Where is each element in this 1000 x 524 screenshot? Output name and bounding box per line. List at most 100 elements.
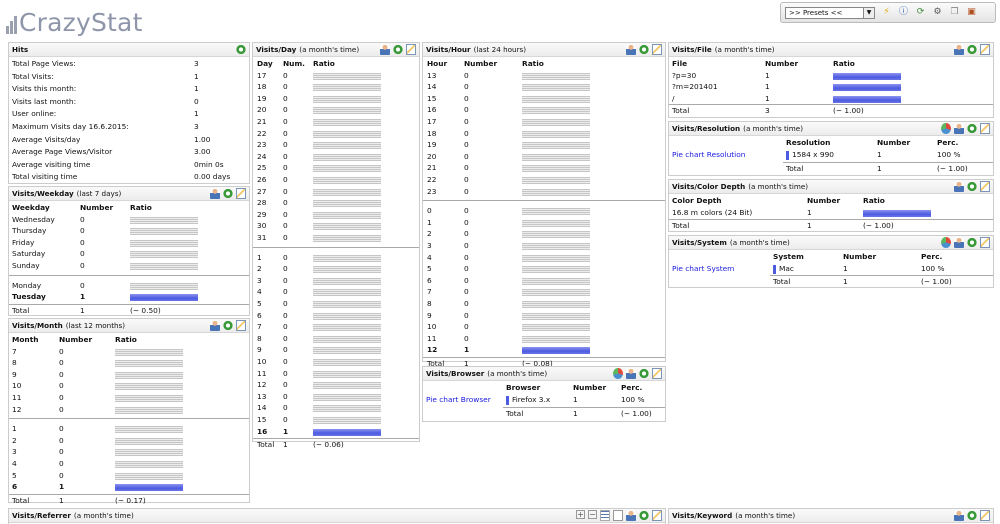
- presets-select[interactable]: >> Presets << ▼: [785, 6, 875, 19]
- ratio-bar: [313, 187, 381, 196]
- user-icon[interactable]: [626, 510, 636, 521]
- hits-label: User online:: [12, 109, 57, 119]
- chart-icon[interactable]: [980, 123, 990, 134]
- ratio-bar: [313, 152, 381, 161]
- reload-icon[interactable]: [967, 237, 977, 248]
- day-label: 24: [257, 151, 267, 161]
- refresh-icon[interactable]: ⟳: [915, 7, 926, 18]
- pie-chart-system-link[interactable]: Pie chart System: [672, 263, 734, 275]
- table-row: 22 0: [253, 128, 419, 140]
- hour-label: 20: [427, 151, 437, 161]
- total-value: Total: [12, 495, 30, 505]
- reload-icon[interactable]: [639, 510, 649, 521]
- user-icon[interactable]: [954, 510, 964, 521]
- chart-icon[interactable]: [980, 44, 990, 55]
- info-icon[interactable]: ⓘ: [898, 7, 909, 18]
- chart-icon[interactable]: [236, 320, 246, 331]
- ratio-bar: [115, 448, 183, 457]
- list-icon[interactable]: [600, 510, 610, 521]
- table-row: 19 0: [253, 93, 419, 105]
- pie-chart-browser-link[interactable]: Pie chart Browser: [426, 394, 491, 406]
- ratio-bar: [522, 288, 590, 297]
- user-icon[interactable]: [626, 368, 636, 379]
- reload-icon[interactable]: [393, 44, 403, 55]
- user-icon[interactable]: [954, 123, 964, 134]
- lightning-icon[interactable]: ⚡: [881, 7, 892, 18]
- ratio-bar: [522, 164, 590, 173]
- chart-icon[interactable]: [980, 237, 990, 248]
- user-icon[interactable]: [954, 44, 964, 55]
- reload-icon[interactable]: [967, 123, 977, 134]
- hits-label: Average Page Views/Visitor: [12, 147, 113, 157]
- user-icon[interactable]: [210, 188, 220, 199]
- divider: [9, 418, 249, 420]
- table-row: Pie chart Resolution 1584 x 990 1 100 %: [669, 149, 993, 161]
- user-icon[interactable]: [954, 237, 964, 248]
- reload-icon[interactable]: [639, 368, 649, 379]
- table-row: Wednesday 0: [9, 214, 249, 226]
- chart-icon[interactable]: [652, 44, 662, 55]
- ratio-bar: [313, 381, 381, 390]
- collapse-icon[interactable]: −: [588, 510, 597, 519]
- reload-icon[interactable]: [967, 44, 977, 55]
- table-row: 80: [9, 357, 249, 369]
- document-icon[interactable]: [613, 510, 623, 521]
- table-row: 18 0: [253, 81, 419, 93]
- table-row: 90: [423, 310, 665, 322]
- pie-chart-icon[interactable]: [941, 123, 951, 134]
- hits-value: 1: [194, 71, 199, 81]
- day-label: 3: [257, 275, 262, 285]
- reload-icon[interactable]: [223, 320, 233, 331]
- export-icon[interactable]: ▣: [966, 7, 977, 18]
- pie-chart-resolution-link[interactable]: Pie chart Resolution: [672, 149, 745, 161]
- ratio-bar: [313, 358, 381, 366]
- reload-icon[interactable]: [967, 181, 977, 192]
- col-header: Perc.: [921, 252, 943, 261]
- weekday-number: 0: [80, 280, 85, 290]
- chevron-down-icon[interactable]: ▼: [863, 7, 874, 18]
- user-icon[interactable]: [626, 44, 636, 55]
- table-row: 20: [9, 435, 249, 447]
- chart-icon[interactable]: [652, 368, 662, 379]
- reload-icon[interactable]: [967, 510, 977, 521]
- reload-icon[interactable]: [223, 188, 233, 199]
- reload-icon[interactable]: [639, 44, 649, 55]
- user-icon[interactable]: [380, 44, 390, 55]
- day-label: 7: [257, 322, 262, 332]
- chart-icon[interactable]: [236, 188, 246, 199]
- table-row: 30: [423, 240, 665, 252]
- table-row: 28 0: [253, 197, 419, 209]
- hits-label: Total Page Views:: [12, 59, 76, 68]
- resolution-title: Visits/Resolution: [672, 124, 741, 133]
- hour-title: Visits/Hour: [426, 45, 471, 54]
- total-row: Total 1 (~ 1.00): [423, 408, 665, 420]
- user-icon[interactable]: [954, 181, 964, 192]
- hour-label: 15: [427, 93, 437, 103]
- weekday-col-headers: Weekday Number Ratio: [9, 202, 249, 214]
- colordepth-header: Visits/Color Depth (a month's time): [669, 180, 993, 194]
- copy-icon[interactable]: ❐: [949, 7, 960, 18]
- reload-icon[interactable]: [236, 44, 246, 55]
- chart-icon[interactable]: [406, 44, 416, 55]
- expand-icon[interactable]: +: [576, 510, 585, 519]
- table-row: Pie chart System Mac 1 100 %: [669, 263, 993, 275]
- total-value: (~ 0.17): [115, 495, 146, 505]
- table-row: 21 0: [253, 116, 419, 128]
- pie-chart-icon[interactable]: [613, 368, 623, 379]
- table-row: 24 0: [253, 151, 419, 163]
- chart-icon[interactable]: [652, 510, 662, 521]
- pie-chart-icon[interactable]: [941, 237, 951, 248]
- day-label: 9: [257, 345, 262, 355]
- month-number: 0: [59, 459, 64, 468]
- user-icon[interactable]: [210, 320, 220, 331]
- hits-row: Visits last month: 0: [9, 96, 249, 108]
- ratio-bar: [522, 323, 590, 332]
- total-label: Total: [506, 409, 524, 418]
- day-title: Visits/Day: [256, 45, 297, 54]
- col-header: Number: [80, 203, 114, 212]
- settings-icon[interactable]: ⚙: [932, 7, 943, 18]
- chart-icon[interactable]: [980, 510, 990, 521]
- chart-icon[interactable]: [980, 181, 990, 192]
- system-subtitle: (a month's time): [729, 238, 790, 247]
- referrer-title: Visits/Referrer: [12, 511, 71, 520]
